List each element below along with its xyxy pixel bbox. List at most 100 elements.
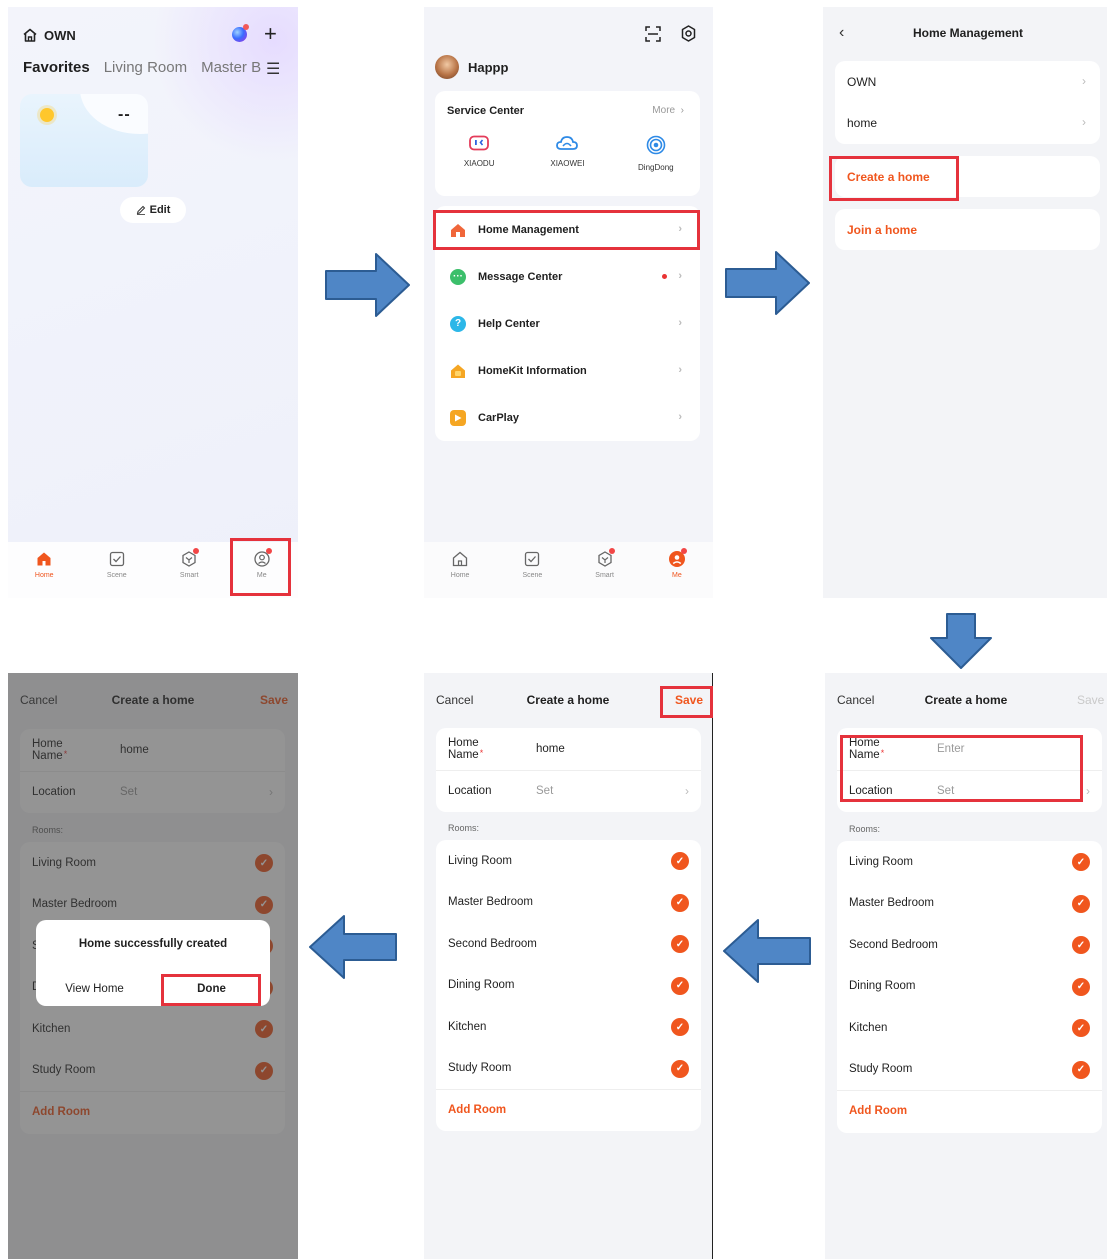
save-button[interactable]: Save bbox=[675, 693, 703, 707]
room-row[interactable]: Dining Room ✓ bbox=[837, 966, 1102, 1008]
room-name: Study Room bbox=[448, 1062, 512, 1075]
tab-me[interactable]: Me bbox=[652, 548, 702, 598]
room-row[interactable]: Study Room ✓ bbox=[436, 1048, 701, 1090]
room-row[interactable]: Master Bedroom ✓ bbox=[436, 882, 701, 924]
check-icon[interactable]: ✓ bbox=[1072, 1060, 1090, 1079]
check-icon[interactable]: ✓ bbox=[1072, 853, 1090, 871]
arrow-right-icon bbox=[725, 251, 810, 315]
tab-scene-label: Scene bbox=[106, 572, 127, 579]
avatar[interactable] bbox=[435, 55, 459, 79]
home-switcher[interactable]: OWN bbox=[22, 27, 76, 43]
unread-dot bbox=[662, 274, 667, 279]
chevron-right-icon: › bbox=[678, 223, 682, 235]
check-icon[interactable]: ✓ bbox=[671, 1018, 689, 1036]
tab-smart[interactable]: Smart bbox=[164, 548, 214, 598]
chevron-right-icon: › bbox=[1082, 115, 1086, 129]
page-title: Home Management bbox=[912, 26, 1024, 40]
room-row[interactable]: Dining Room ✓ bbox=[436, 965, 701, 1007]
location-value: Set bbox=[937, 784, 955, 797]
room-row[interactable]: Living Room ✓ bbox=[837, 841, 1102, 883]
edit-button[interactable]: Edit bbox=[120, 197, 186, 223]
home-name-row[interactable]: Home Name* Enter bbox=[837, 728, 1102, 770]
check-icon[interactable]: ✓ bbox=[671, 852, 689, 870]
weather-card[interactable]: -- bbox=[20, 94, 148, 187]
menu-help-center[interactable]: ? Help Center › bbox=[435, 300, 700, 347]
tab-favorites[interactable]: Favorites bbox=[23, 59, 90, 76]
tab-me-label: Me bbox=[672, 572, 682, 579]
check-icon[interactable]: ✓ bbox=[671, 935, 689, 953]
service-xiaowei-label: XIAOWEI bbox=[550, 159, 585, 168]
room-row[interactable]: Kitchen ✓ bbox=[436, 1006, 701, 1048]
service-xiaowei[interactable]: XIAOWEI bbox=[532, 135, 602, 172]
check-icon[interactable]: ✓ bbox=[1072, 894, 1090, 913]
dingdong-icon bbox=[646, 135, 666, 155]
room-row[interactable]: Second Bedroom ✓ bbox=[837, 924, 1102, 966]
tab-smart[interactable]: Smart bbox=[580, 548, 630, 598]
service-center-title: Service Center bbox=[447, 105, 525, 117]
room-row[interactable]: Living Room ✓ bbox=[436, 840, 701, 882]
tab-me[interactable]: Me bbox=[237, 548, 287, 598]
tab-scene[interactable]: Scene bbox=[507, 550, 557, 598]
check-icon[interactable]: ✓ bbox=[1072, 1019, 1090, 1037]
tab-home[interactable]: Home bbox=[435, 550, 485, 598]
chevron-right-icon: › bbox=[678, 270, 682, 282]
room-name: Dining Room bbox=[849, 980, 916, 993]
plus-icon[interactable]: + bbox=[264, 23, 277, 45]
smart-notification-dot bbox=[608, 548, 615, 554]
check-icon[interactable]: ✓ bbox=[1072, 977, 1090, 996]
me-screen: Happp Service Center More › XIAODU XIAOW… bbox=[424, 7, 713, 598]
home-list: OWN › home › bbox=[835, 61, 1100, 144]
user-name[interactable]: Happp bbox=[468, 60, 508, 75]
view-home-button[interactable]: View Home bbox=[36, 972, 153, 1006]
create-home-card[interactable]: Create a home bbox=[835, 156, 1100, 197]
location-row[interactable]: Location Set › bbox=[837, 769, 1102, 812]
home-icon bbox=[452, 551, 468, 567]
add-room-button[interactable]: Add Room bbox=[436, 1089, 701, 1131]
menu-homekit-information[interactable]: HomeKit Information › bbox=[435, 347, 700, 394]
room-row[interactable]: Second Bedroom ✓ bbox=[436, 923, 701, 965]
room-row[interactable]: Study Room ✓ bbox=[837, 1049, 1102, 1091]
save-button[interactable]: Save bbox=[1077, 693, 1104, 707]
scan-icon[interactable] bbox=[645, 26, 661, 42]
room-name: Dining Room bbox=[448, 979, 515, 992]
tab-scene[interactable]: Scene bbox=[92, 550, 142, 598]
service-dingdong-label: DingDong bbox=[638, 163, 674, 172]
required-mark: * bbox=[880, 747, 885, 758]
tab-living-room[interactable]: Living Room bbox=[104, 59, 187, 76]
home-item-home[interactable]: home › bbox=[835, 102, 1100, 143]
done-button[interactable]: Done bbox=[153, 972, 270, 1006]
menu-message-center[interactable]: ··· Message Center › bbox=[435, 253, 700, 300]
check-icon[interactable]: ✓ bbox=[671, 1059, 689, 1078]
page-title: Create a home bbox=[526, 693, 610, 707]
service-more-link[interactable]: More › bbox=[652, 105, 684, 116]
tab-home[interactable]: Home bbox=[19, 550, 69, 598]
home-item-own[interactable]: OWN › bbox=[835, 61, 1100, 102]
pencil-icon bbox=[136, 205, 145, 215]
join-home-card[interactable]: Join a home bbox=[835, 209, 1100, 250]
tab-master-bedroom[interactable]: Master B bbox=[201, 59, 261, 76]
home-name-row[interactable]: Home Name* home bbox=[436, 728, 701, 770]
menu-home-management[interactable]: Home Management › bbox=[435, 206, 700, 253]
rooms-list: Living Room ✓ Master Bedroom ✓ Second Bedr… bbox=[837, 841, 1102, 1133]
temperature: -- bbox=[118, 106, 131, 123]
home-name-input[interactable]: Enter bbox=[937, 743, 965, 755]
service-dingdong[interactable]: DingDong bbox=[621, 135, 691, 172]
check-icon[interactable]: ✓ bbox=[671, 893, 689, 912]
menu-icon[interactable]: ☰ bbox=[266, 59, 280, 79]
location-row[interactable]: Location Set › bbox=[436, 769, 701, 812]
menu-carplay[interactable]: CarPlay › bbox=[435, 394, 700, 441]
home-name-input[interactable]: home bbox=[536, 743, 565, 755]
gear-icon[interactable] bbox=[680, 25, 697, 42]
tab-home-label: Home bbox=[34, 572, 54, 579]
home-management-icon bbox=[450, 222, 466, 238]
add-room-button[interactable]: Add Room bbox=[837, 1090, 1102, 1132]
room-row[interactable]: Master Bedroom ✓ bbox=[837, 883, 1102, 925]
room-name: Master Bedroom bbox=[448, 896, 534, 909]
service-xiaodu[interactable]: XIAODU bbox=[444, 135, 514, 172]
success-dialog: Home successfully created View Home Done bbox=[36, 920, 270, 1006]
check-icon[interactable]: ✓ bbox=[1072, 936, 1090, 954]
check-icon[interactable]: ✓ bbox=[671, 976, 689, 995]
room-name: Master Bedroom bbox=[849, 897, 935, 910]
scene-icon bbox=[525, 551, 540, 567]
room-row[interactable]: Kitchen ✓ bbox=[837, 1007, 1102, 1049]
